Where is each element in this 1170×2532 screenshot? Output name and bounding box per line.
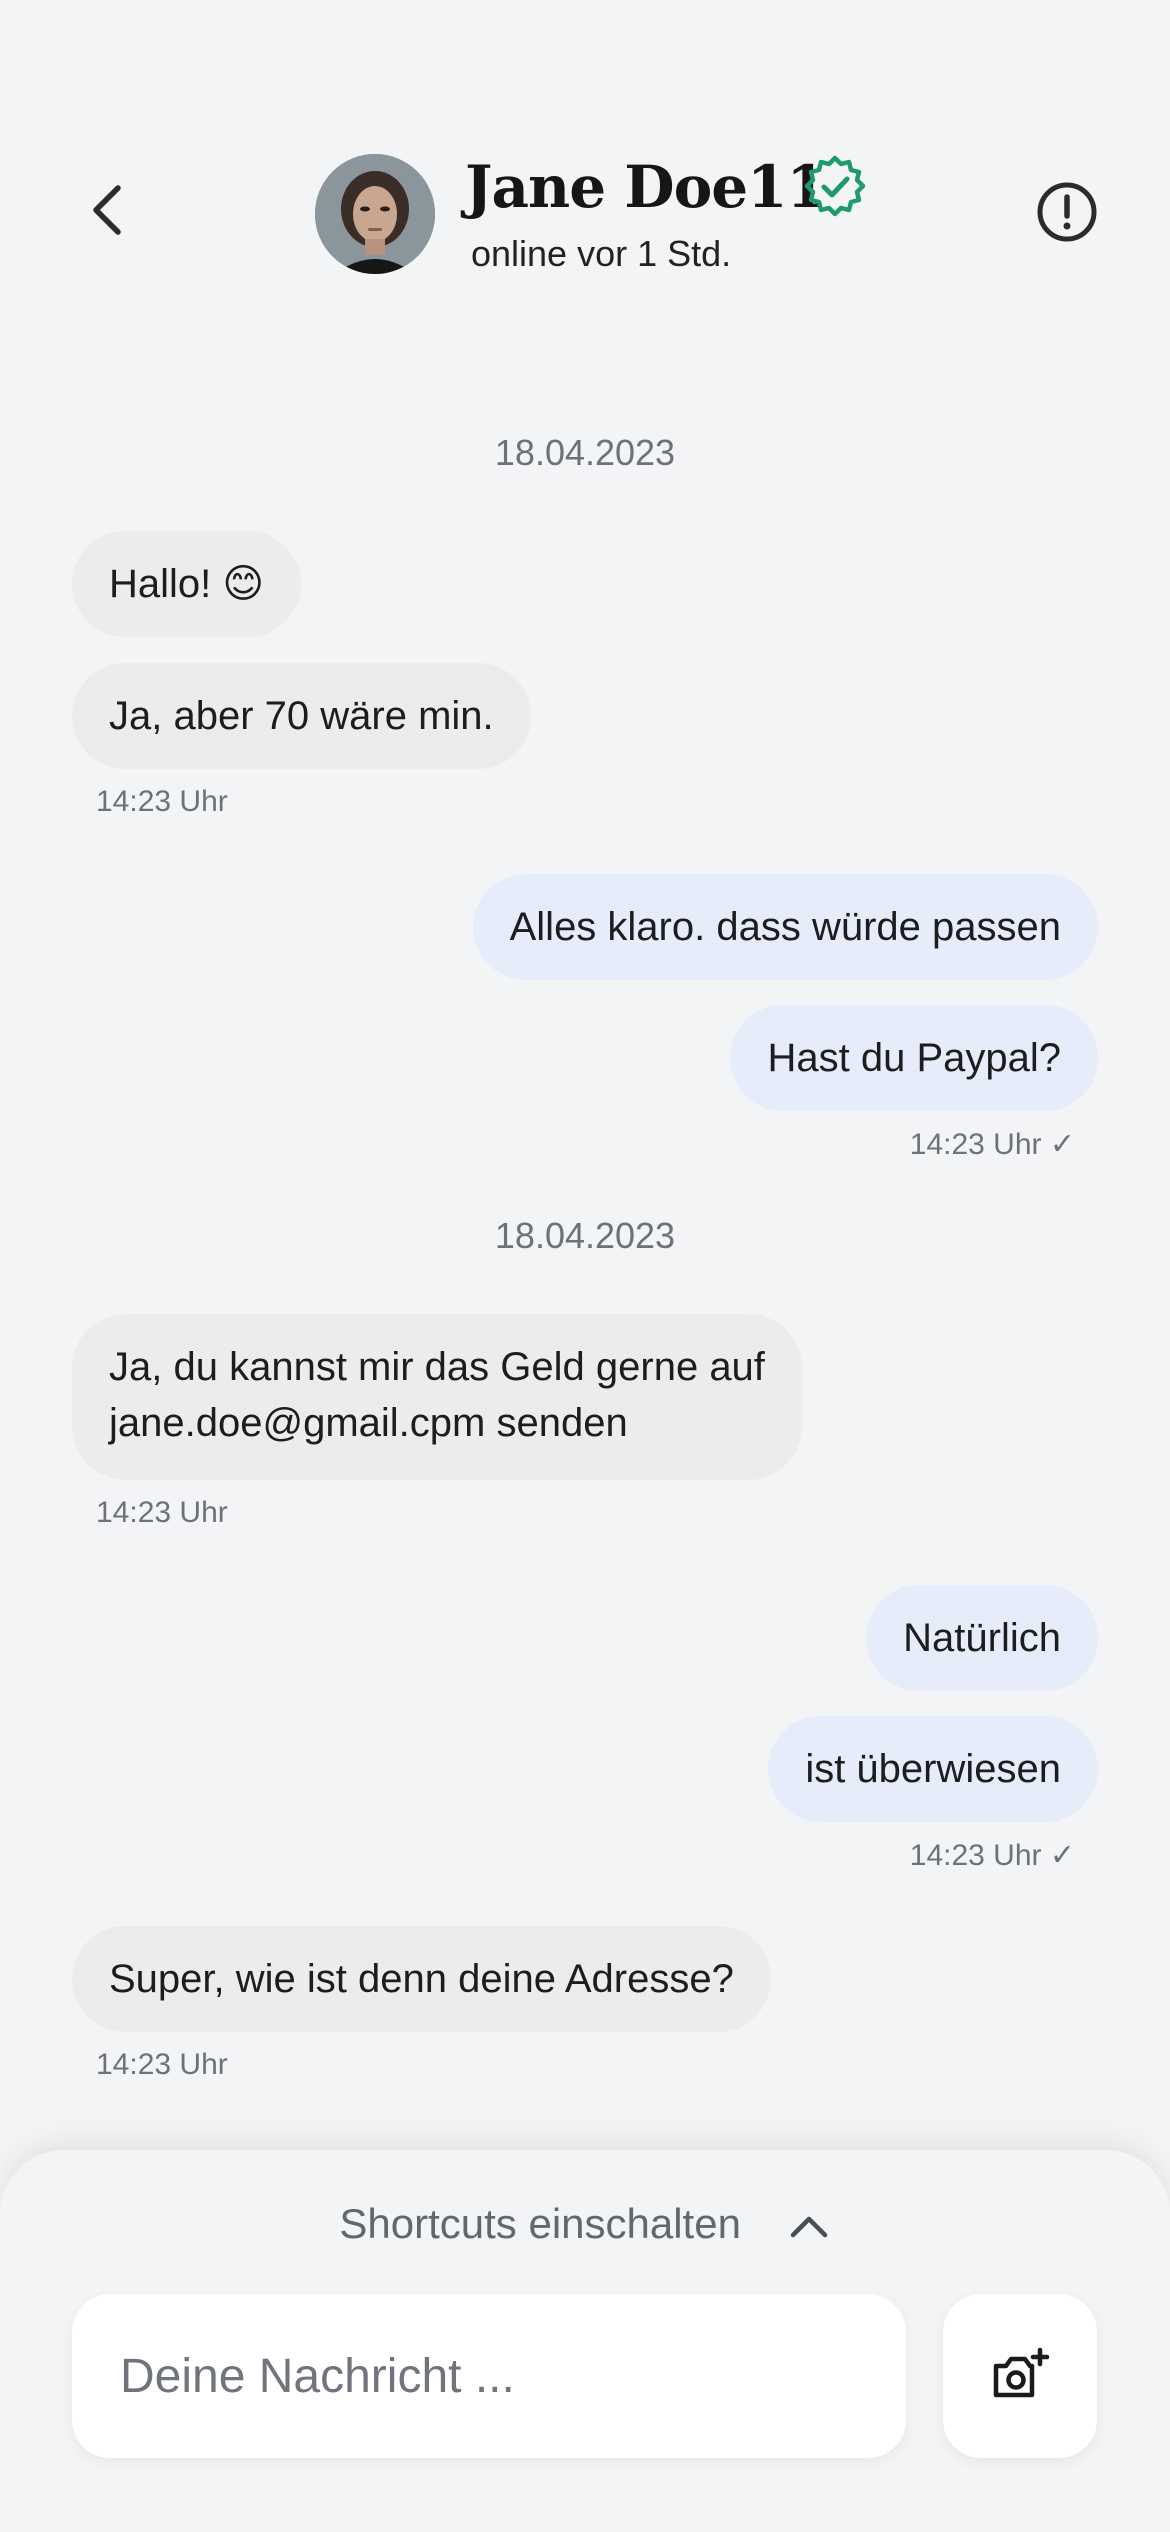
message-timestamp-read: 14:23 Uhr ✓ — [909, 1839, 1075, 1872]
avatar[interactable] — [315, 154, 435, 274]
message-line: jane.doe@gmail.cpm senden — [109, 1401, 628, 1445]
date-separator: 18.04.2023 — [494, 1215, 676, 1256]
message-input[interactable] — [72, 2294, 906, 2458]
back-button[interactable] — [80, 182, 136, 238]
incoming-message[interactable]: Super, wie ist denn deine Adresse? — [72, 1926, 771, 2032]
incoming-message[interactable]: Hallo! 😊 — [72, 531, 302, 637]
outgoing-message[interactable]: ist überwiesen — [768, 1716, 1098, 1822]
chat-header: Jane Doe11 online vor 1 Std. — [0, 140, 1170, 290]
message-timestamp-read: 14:23 Uhr ✓ — [909, 1128, 1075, 1161]
outgoing-message[interactable]: Alles klaro. dass würde passen — [472, 874, 1098, 980]
contact-name: Jane Doe11 — [465, 153, 827, 221]
message-timestamp: 14:23 Uhr — [96, 2048, 228, 2081]
outgoing-message[interactable]: Natürlich — [866, 1585, 1098, 1691]
outgoing-message[interactable]: Hast du Paypal? — [730, 1005, 1098, 1111]
online-status: online vor 1 Std. — [471, 233, 732, 274]
alert-circle-icon — [1037, 182, 1097, 242]
date-separator: 18.04.2023 — [494, 432, 676, 473]
composer-panel: Shortcuts einschalten — [0, 2150, 1170, 2532]
camera-plus-icon — [993, 2347, 1050, 2398]
shortcuts-toggle[interactable]: Shortcuts einschalten — [0, 2200, 1170, 2249]
incoming-message[interactable]: Ja, du kannst mir das Geld gerne auf jan… — [72, 1314, 802, 1480]
shortcuts-label: Shortcuts einschalten — [339, 2200, 741, 2247]
verified-badge-icon — [804, 155, 866, 217]
chevron-left-icon — [93, 185, 121, 235]
message-line: Ja, du kannst mir das Geld gerne auf — [109, 1345, 765, 1389]
camera-button[interactable] — [943, 2294, 1097, 2458]
report-button[interactable] — [1035, 180, 1099, 244]
message-timestamp: 14:23 Uhr — [96, 1496, 228, 1529]
chevron-up-icon — [790, 2216, 827, 2238]
message-timestamp: 14:23 Uhr — [96, 785, 228, 818]
incoming-message[interactable]: Ja, aber 70 wäre min. — [72, 663, 531, 769]
